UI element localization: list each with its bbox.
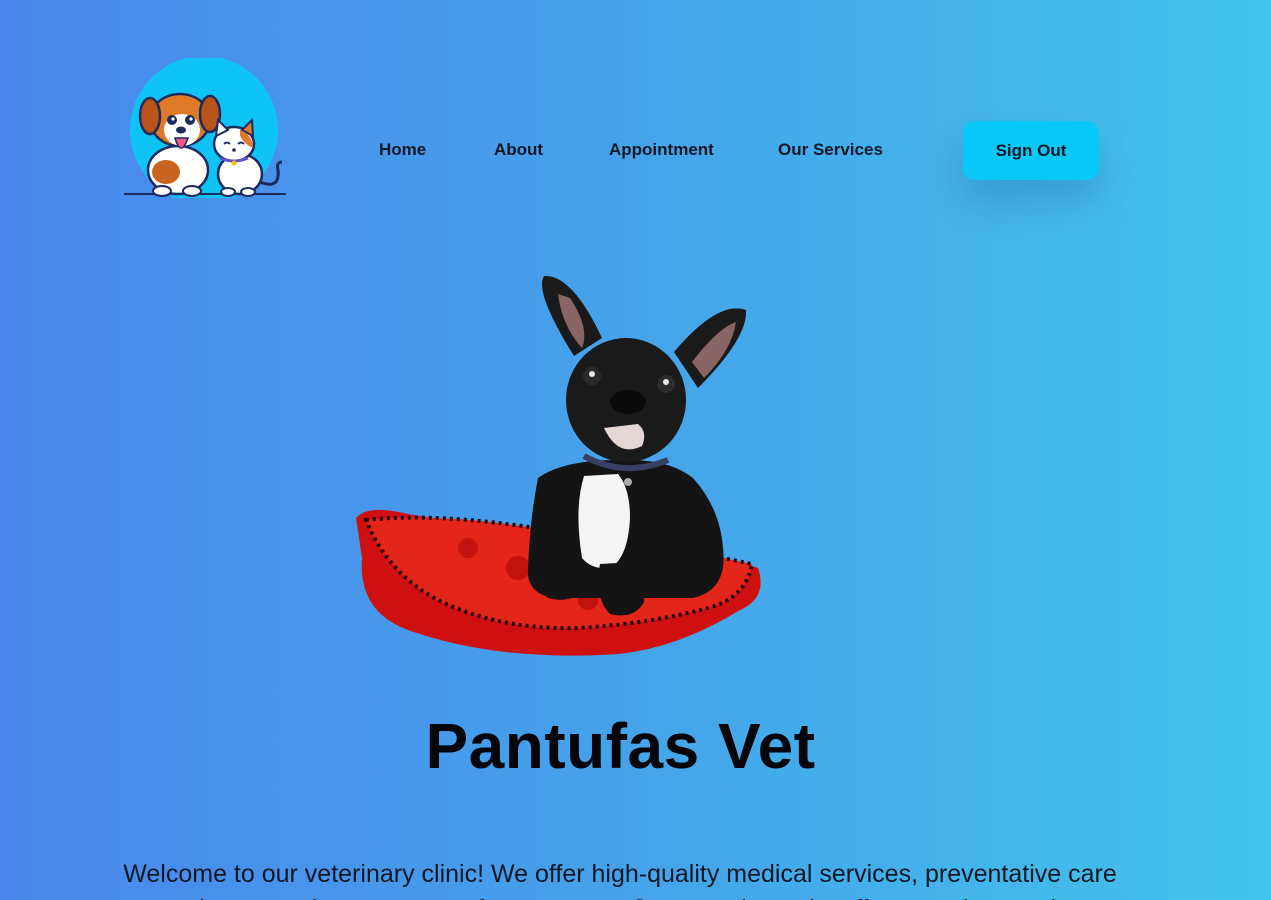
page-title: Pantufas Vet: [425, 710, 816, 782]
intro-text: Welcome to our veterinary clinic! We off…: [123, 860, 1117, 900]
nav-home-link[interactable]: Home: [379, 138, 426, 162]
logo[interactable]: [122, 56, 288, 204]
nav-services-link[interactable]: Our Services: [778, 138, 883, 162]
french-bulldog-icon: [356, 275, 761, 656]
hero-image: [348, 268, 768, 660]
nav-about-link[interactable]: About: [494, 138, 543, 162]
sign-out-button[interactable]: Sign Out: [963, 121, 1099, 180]
dog-and-cat-logo-icon: [124, 56, 286, 204]
nav-appointment-link[interactable]: Appointment: [609, 138, 714, 162]
